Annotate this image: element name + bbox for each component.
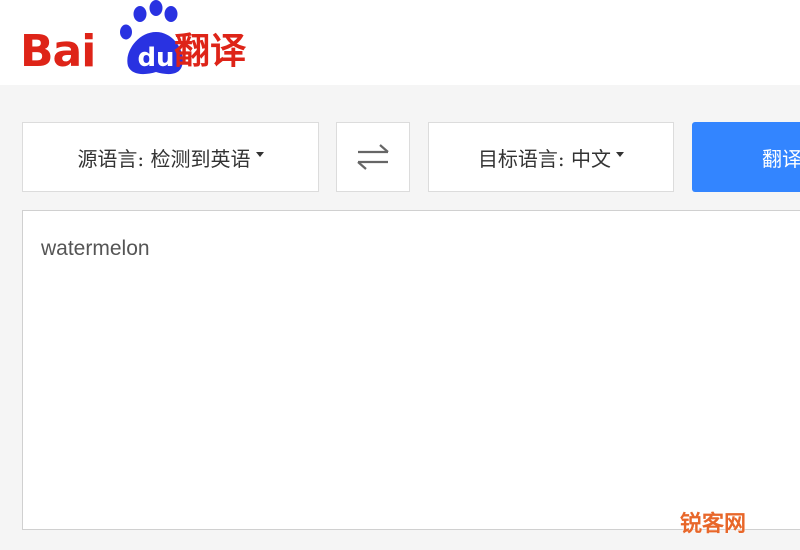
translate-button-label: 翻译: [762, 146, 800, 171]
source-language-select[interactable]: 源语言: 检测到英语: [22, 122, 319, 192]
translate-button[interactable]: 翻译: [692, 122, 800, 192]
swap-arrows-icon: [357, 144, 389, 170]
target-language-select[interactable]: 目标语言: 中文: [428, 122, 674, 192]
logo-badge-text: du: [137, 43, 174, 73]
chevron-down-icon: [616, 151, 625, 157]
source-text-input[interactable]: watermelon: [22, 210, 800, 530]
logo-text: Bai: [20, 26, 96, 77]
chevron-down-icon: [255, 151, 264, 157]
source-text-value: watermelon: [41, 237, 150, 260]
watermark: 锐客网: [680, 512, 747, 537]
header: Bai du 翻译: [0, 0, 800, 85]
swap-languages-button[interactable]: [336, 122, 410, 192]
baidu-translate-logo[interactable]: Bai du 翻译: [20, 0, 270, 85]
target-language-label: 目标语言: 中文: [477, 146, 612, 171]
logo-cn-text: 翻译: [174, 31, 247, 72]
source-language-label: 源语言: 检测到英语: [77, 146, 251, 171]
